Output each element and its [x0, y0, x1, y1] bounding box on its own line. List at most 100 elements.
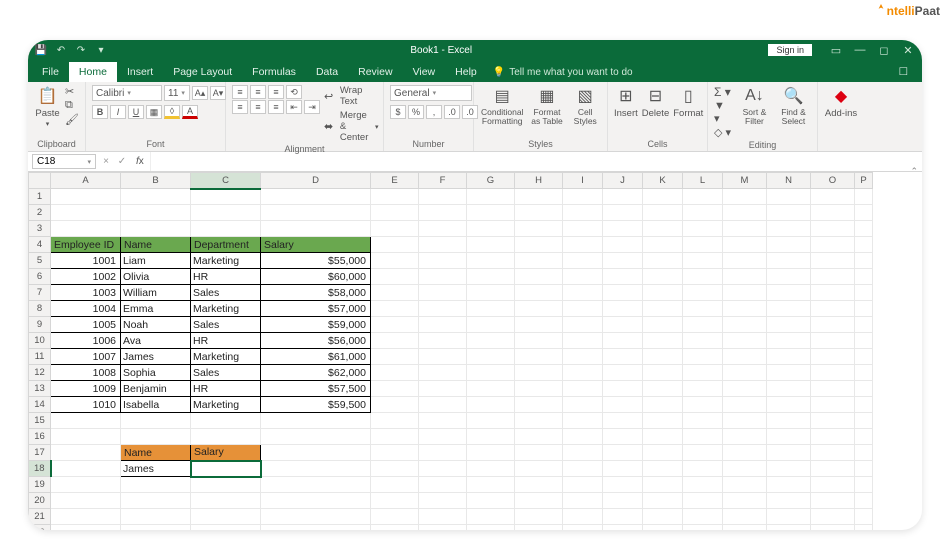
cell-G14[interactable]: [467, 397, 515, 413]
cell-E5[interactable]: [371, 253, 419, 269]
row-header-12[interactable]: 12: [29, 365, 51, 381]
cell-C8[interactable]: Marketing: [191, 301, 261, 317]
cancel-formula-icon[interactable]: ×: [98, 156, 114, 167]
cell-O10[interactable]: [811, 333, 855, 349]
cell-E7[interactable]: [371, 285, 419, 301]
cell-O21[interactable]: [811, 509, 855, 525]
cell-N3[interactable]: [767, 221, 811, 237]
cell-H6[interactable]: [515, 269, 563, 285]
cell-N15[interactable]: [767, 413, 811, 429]
cell-C13[interactable]: HR: [191, 381, 261, 397]
shrink-font-icon[interactable]: A▾: [210, 86, 226, 100]
cell-N21[interactable]: [767, 509, 811, 525]
cell-I1[interactable]: [563, 189, 603, 205]
cell-D18[interactable]: [261, 461, 371, 477]
cell-M17[interactable]: [723, 445, 767, 461]
cell-G16[interactable]: [467, 429, 515, 445]
cell-N17[interactable]: [767, 445, 811, 461]
cell-H2[interactable]: [515, 205, 563, 221]
row-header-17[interactable]: 17: [29, 445, 51, 461]
qat-customize-icon[interactable]: ▾: [94, 43, 108, 57]
cell-L9[interactable]: [683, 317, 723, 333]
cell-B1[interactable]: [121, 189, 191, 205]
merge-center-button[interactable]: ⬌ Merge & Center ▾: [324, 110, 379, 143]
select-all-corner[interactable]: [29, 173, 51, 189]
cell-K20[interactable]: [643, 493, 683, 509]
cell-H8[interactable]: [515, 301, 563, 317]
tab-data[interactable]: Data: [306, 62, 348, 82]
cell-L10[interactable]: [683, 333, 723, 349]
addins-button[interactable]: ◆Add-ins: [824, 85, 858, 119]
cell-M3[interactable]: [723, 221, 767, 237]
cell-C20[interactable]: [191, 493, 261, 509]
cell-M20[interactable]: [723, 493, 767, 509]
cell-B16[interactable]: [121, 429, 191, 445]
minimize-icon[interactable]: —: [850, 44, 870, 56]
row-header-21[interactable]: 21: [29, 509, 51, 525]
cell-J3[interactable]: [603, 221, 643, 237]
cell-O9[interactable]: [811, 317, 855, 333]
cell-I19[interactable]: [563, 477, 603, 493]
cell-O12[interactable]: [811, 365, 855, 381]
cell-D16[interactable]: [261, 429, 371, 445]
font-color-button[interactable]: A: [182, 105, 198, 119]
cell-J2[interactable]: [603, 205, 643, 221]
cell-H3[interactable]: [515, 221, 563, 237]
paste-button[interactable]: 📋Paste▾: [34, 85, 61, 128]
cell-I7[interactable]: [563, 285, 603, 301]
cell-N16[interactable]: [767, 429, 811, 445]
autosum-icon[interactable]: Σ ▾: [714, 85, 733, 99]
cell-H5[interactable]: [515, 253, 563, 269]
cell-I16[interactable]: [563, 429, 603, 445]
cell-L11[interactable]: [683, 349, 723, 365]
cell-P1[interactable]: [855, 189, 873, 205]
cell-G19[interactable]: [467, 477, 515, 493]
col-header-E[interactable]: E: [371, 173, 419, 189]
cell-I13[interactable]: [563, 381, 603, 397]
col-header-B[interactable]: B: [121, 173, 191, 189]
cell-A15[interactable]: [51, 413, 121, 429]
undo-icon[interactable]: ↶: [54, 43, 68, 57]
cell-F6[interactable]: [419, 269, 467, 285]
cell-L3[interactable]: [683, 221, 723, 237]
conditional-formatting-button[interactable]: ▤Conditional Formatting: [480, 85, 524, 125]
cell-F13[interactable]: [419, 381, 467, 397]
cell-D10[interactable]: $56,000: [261, 333, 371, 349]
cell-O13[interactable]: [811, 381, 855, 397]
row-header-1[interactable]: 1: [29, 189, 51, 205]
cell-H18[interactable]: [515, 461, 563, 477]
cell-A4[interactable]: Employee ID: [51, 237, 121, 253]
cell-J15[interactable]: [603, 413, 643, 429]
cell-K8[interactable]: [643, 301, 683, 317]
cell-A3[interactable]: [51, 221, 121, 237]
cell-K10[interactable]: [643, 333, 683, 349]
cell-C1[interactable]: [191, 189, 261, 205]
cell-A1[interactable]: [51, 189, 121, 205]
cell-E2[interactable]: [371, 205, 419, 221]
cell-G6[interactable]: [467, 269, 515, 285]
row-header-5[interactable]: 5: [29, 253, 51, 269]
cell-E21[interactable]: [371, 509, 419, 525]
cell-J9[interactable]: [603, 317, 643, 333]
cell-A19[interactable]: [51, 477, 121, 493]
cell-D17[interactable]: [261, 445, 371, 461]
name-box[interactable]: C18▾: [32, 154, 96, 169]
cell-F8[interactable]: [419, 301, 467, 317]
cell-B6[interactable]: Olivia: [121, 269, 191, 285]
formula-input[interactable]: [150, 152, 922, 171]
cell-M4[interactable]: [723, 237, 767, 253]
cell-J6[interactable]: [603, 269, 643, 285]
cell-E19[interactable]: [371, 477, 419, 493]
comma-icon[interactable]: ,: [426, 105, 442, 119]
cell-H4[interactable]: [515, 237, 563, 253]
row-header-7[interactable]: 7: [29, 285, 51, 301]
cell-F9[interactable]: [419, 317, 467, 333]
col-header-L[interactable]: L: [683, 173, 723, 189]
cell-N5[interactable]: [767, 253, 811, 269]
cell-F10[interactable]: [419, 333, 467, 349]
indent-dec-icon[interactable]: ⇤: [286, 100, 302, 114]
redo-icon[interactable]: ↷: [74, 43, 88, 57]
cell-E10[interactable]: [371, 333, 419, 349]
col-header-N[interactable]: N: [767, 173, 811, 189]
cell-G12[interactable]: [467, 365, 515, 381]
